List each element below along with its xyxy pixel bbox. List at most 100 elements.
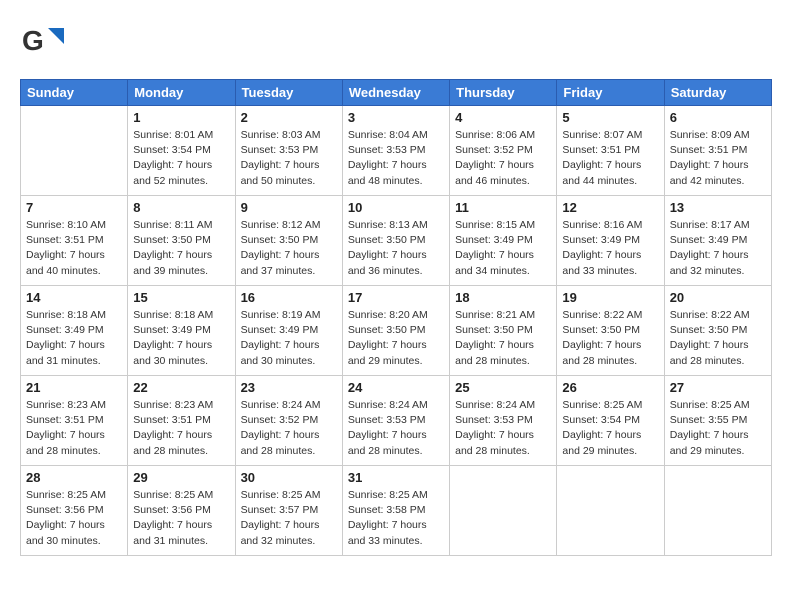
calendar-cell: 9 Sunrise: 8:12 AMSunset: 3:50 PMDaylight… bbox=[235, 196, 342, 286]
calendar-week-3: 14Sunrise: 8:18 AMSunset: 3:49 PMDayligh… bbox=[21, 286, 772, 376]
day-number: 9 bbox=[241, 200, 337, 215]
calendar-cell bbox=[664, 466, 771, 556]
day-number: 26 bbox=[562, 380, 658, 395]
day-number: 7 bbox=[26, 200, 122, 215]
calendar-cell bbox=[450, 466, 557, 556]
calendar-cell: 14Sunrise: 8:18 AMSunset: 3:49 PMDayligh… bbox=[21, 286, 128, 376]
day-number: 23 bbox=[241, 380, 337, 395]
weekday-header-saturday: Saturday bbox=[664, 80, 771, 106]
weekday-header-friday: Friday bbox=[557, 80, 664, 106]
day-number: 2 bbox=[241, 110, 337, 125]
calendar-cell: 17Sunrise: 8:20 AMSunset: 3:50 PMDayligh… bbox=[342, 286, 449, 376]
calendar-cell: 2 Sunrise: 8:03 AMSunset: 3:53 PMDaylight… bbox=[235, 106, 342, 196]
day-info: Sunrise: 8:25 AMSunset: 3:56 PMDaylight:… bbox=[26, 488, 122, 549]
day-info: Sunrise: 8:15 AMSunset: 3:49 PMDaylight:… bbox=[455, 218, 551, 279]
day-info: Sunrise: 8:06 AMSunset: 3:52 PMDaylight:… bbox=[455, 128, 551, 189]
day-info: Sunrise: 8:25 AMSunset: 3:57 PMDaylight:… bbox=[241, 488, 337, 549]
day-info: Sunrise: 8:19 AMSunset: 3:49 PMDaylight:… bbox=[241, 308, 337, 369]
day-info: Sunrise: 8:25 AMSunset: 3:58 PMDaylight:… bbox=[348, 488, 444, 549]
calendar-cell: 30 Sunrise: 8:25 AMSunset: 3:57 PMDayligh… bbox=[235, 466, 342, 556]
day-number: 4 bbox=[455, 110, 551, 125]
day-info: Sunrise: 8:03 AMSunset: 3:53 PMDaylight:… bbox=[241, 128, 337, 189]
weekday-header-sunday: Sunday bbox=[21, 80, 128, 106]
day-info: Sunrise: 8:23 AMSunset: 3:51 PMDaylight:… bbox=[133, 398, 229, 459]
calendar-cell: 23 Sunrise: 8:24 AMSunset: 3:52 PMDayligh… bbox=[235, 376, 342, 466]
day-info: Sunrise: 8:25 AMSunset: 3:54 PMDaylight:… bbox=[562, 398, 658, 459]
calendar-cell: 13 Sunrise: 8:17 AMSunset: 3:49 PMDayligh… bbox=[664, 196, 771, 286]
calendar-week-4: 21 Sunrise: 8:23 AMSunset: 3:51 PMDayligh… bbox=[21, 376, 772, 466]
page-header: G bbox=[20, 20, 772, 69]
weekday-header-monday: Monday bbox=[128, 80, 235, 106]
day-info: Sunrise: 8:20 AMSunset: 3:50 PMDaylight:… bbox=[348, 308, 444, 369]
calendar-week-1: 1 Sunrise: 8:01 AMSunset: 3:54 PMDaylight… bbox=[21, 106, 772, 196]
calendar-cell: 1 Sunrise: 8:01 AMSunset: 3:54 PMDaylight… bbox=[128, 106, 235, 196]
day-number: 10 bbox=[348, 200, 444, 215]
day-number: 16 bbox=[241, 290, 337, 305]
calendar-cell: 19 Sunrise: 8:22 AMSunset: 3:50 PMDayligh… bbox=[557, 286, 664, 376]
calendar-cell: 11Sunrise: 8:15 AMSunset: 3:49 PMDayligh… bbox=[450, 196, 557, 286]
weekday-header-thursday: Thursday bbox=[450, 80, 557, 106]
day-number: 8 bbox=[133, 200, 229, 215]
day-number: 19 bbox=[562, 290, 658, 305]
calendar-cell: 25Sunrise: 8:24 AMSunset: 3:53 PMDayligh… bbox=[450, 376, 557, 466]
day-info: Sunrise: 8:11 AMSunset: 3:50 PMDaylight:… bbox=[133, 218, 229, 279]
calendar-header-row: SundayMondayTuesdayWednesdayThursdayFrid… bbox=[21, 80, 772, 106]
day-info: Sunrise: 8:10 AMSunset: 3:51 PMDaylight:… bbox=[26, 218, 122, 279]
calendar-cell: 24 Sunrise: 8:24 AMSunset: 3:53 PMDayligh… bbox=[342, 376, 449, 466]
day-number: 1 bbox=[133, 110, 229, 125]
calendar-cell: 21 Sunrise: 8:23 AMSunset: 3:51 PMDayligh… bbox=[21, 376, 128, 466]
calendar-cell: 4 Sunrise: 8:06 AMSunset: 3:52 PMDaylight… bbox=[450, 106, 557, 196]
day-info: Sunrise: 8:09 AMSunset: 3:51 PMDaylight:… bbox=[670, 128, 766, 189]
day-info: Sunrise: 8:21 AMSunset: 3:50 PMDaylight:… bbox=[455, 308, 551, 369]
day-info: Sunrise: 8:25 AMSunset: 3:56 PMDaylight:… bbox=[133, 488, 229, 549]
calendar-cell: 6Sunrise: 8:09 AMSunset: 3:51 PMDaylight… bbox=[664, 106, 771, 196]
calendar-cell: 22 Sunrise: 8:23 AMSunset: 3:51 PMDayligh… bbox=[128, 376, 235, 466]
calendar-cell: 16 Sunrise: 8:19 AMSunset: 3:49 PMDayligh… bbox=[235, 286, 342, 376]
day-number: 3 bbox=[348, 110, 444, 125]
calendar-cell: 7 Sunrise: 8:10 AMSunset: 3:51 PMDaylight… bbox=[21, 196, 128, 286]
day-info: Sunrise: 8:24 AMSunset: 3:53 PMDaylight:… bbox=[348, 398, 444, 459]
calendar-cell: 5Sunrise: 8:07 AMSunset: 3:51 PMDaylight… bbox=[557, 106, 664, 196]
day-info: Sunrise: 8:18 AMSunset: 3:49 PMDaylight:… bbox=[133, 308, 229, 369]
day-info: Sunrise: 8:01 AMSunset: 3:54 PMDaylight:… bbox=[133, 128, 229, 189]
calendar-cell: 29 Sunrise: 8:25 AMSunset: 3:56 PMDayligh… bbox=[128, 466, 235, 556]
day-number: 20 bbox=[670, 290, 766, 305]
day-info: Sunrise: 8:22 AMSunset: 3:50 PMDaylight:… bbox=[670, 308, 766, 369]
svg-text:G: G bbox=[22, 25, 44, 56]
calendar-cell: 26 Sunrise: 8:25 AMSunset: 3:54 PMDayligh… bbox=[557, 376, 664, 466]
calendar-cell: 28 Sunrise: 8:25 AMSunset: 3:56 PMDayligh… bbox=[21, 466, 128, 556]
day-number: 29 bbox=[133, 470, 229, 485]
day-number: 27 bbox=[670, 380, 766, 395]
calendar-cell: 10 Sunrise: 8:13 AMSunset: 3:50 PMDayligh… bbox=[342, 196, 449, 286]
day-number: 15 bbox=[133, 290, 229, 305]
calendar-cell bbox=[557, 466, 664, 556]
day-number: 18 bbox=[455, 290, 551, 305]
day-info: Sunrise: 8:17 AMSunset: 3:49 PMDaylight:… bbox=[670, 218, 766, 279]
day-number: 30 bbox=[241, 470, 337, 485]
day-number: 25 bbox=[455, 380, 551, 395]
weekday-header-tuesday: Tuesday bbox=[235, 80, 342, 106]
day-info: Sunrise: 8:13 AMSunset: 3:50 PMDaylight:… bbox=[348, 218, 444, 279]
calendar-cell: 12 Sunrise: 8:16 AMSunset: 3:49 PMDayligh… bbox=[557, 196, 664, 286]
calendar-cell: 18 Sunrise: 8:21 AMSunset: 3:50 PMDayligh… bbox=[450, 286, 557, 376]
logo: G bbox=[20, 20, 68, 69]
day-number: 22 bbox=[133, 380, 229, 395]
day-number: 31 bbox=[348, 470, 444, 485]
day-info: Sunrise: 8:04 AMSunset: 3:53 PMDaylight:… bbox=[348, 128, 444, 189]
day-number: 21 bbox=[26, 380, 122, 395]
day-number: 13 bbox=[670, 200, 766, 215]
weekday-header-wednesday: Wednesday bbox=[342, 80, 449, 106]
day-info: Sunrise: 8:22 AMSunset: 3:50 PMDaylight:… bbox=[562, 308, 658, 369]
day-info: Sunrise: 8:25 AMSunset: 3:55 PMDaylight:… bbox=[670, 398, 766, 459]
day-number: 28 bbox=[26, 470, 122, 485]
day-number: 12 bbox=[562, 200, 658, 215]
calendar-cell: 3 Sunrise: 8:04 AMSunset: 3:53 PMDaylight… bbox=[342, 106, 449, 196]
day-info: Sunrise: 8:24 AMSunset: 3:52 PMDaylight:… bbox=[241, 398, 337, 459]
calendar-cell bbox=[21, 106, 128, 196]
calendar-table: SundayMondayTuesdayWednesdayThursdayFrid… bbox=[20, 79, 772, 556]
day-info: Sunrise: 8:23 AMSunset: 3:51 PMDaylight:… bbox=[26, 398, 122, 459]
day-number: 5 bbox=[562, 110, 658, 125]
day-info: Sunrise: 8:16 AMSunset: 3:49 PMDaylight:… bbox=[562, 218, 658, 279]
day-info: Sunrise: 8:12 AMSunset: 3:50 PMDaylight:… bbox=[241, 218, 337, 279]
day-number: 24 bbox=[348, 380, 444, 395]
